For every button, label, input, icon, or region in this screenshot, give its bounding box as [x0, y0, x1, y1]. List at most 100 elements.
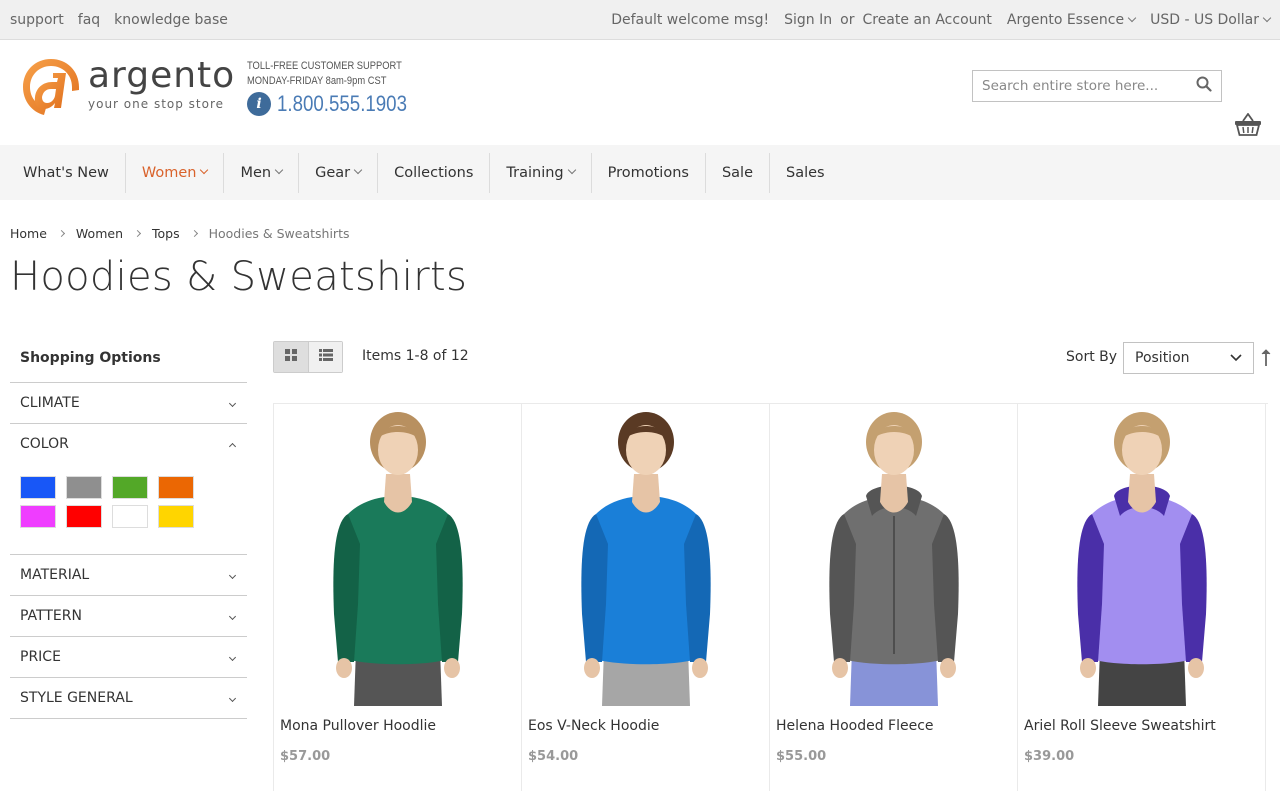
- nav-item-label: Training: [506, 164, 564, 181]
- currency-switcher-label: USD - US Dollar: [1150, 11, 1259, 28]
- filter-style-general-toggle[interactable]: Style General: [10, 678, 247, 718]
- search-input[interactable]: [982, 78, 1196, 94]
- product-name[interactable]: Ariel Roll Sleeve Sweatshirt: [1024, 718, 1216, 734]
- knowledge-base-link[interactable]: knowledge base: [114, 12, 228, 28]
- chevron-down-icon: [228, 399, 237, 407]
- breadcrumb: Home Women Tops Hoodies & Sweatshirts: [10, 226, 349, 241]
- nav-item-label: Men: [240, 164, 272, 181]
- chevron-right-icon: [57, 229, 65, 238]
- sort-by-select[interactable]: Position: [1123, 342, 1254, 374]
- filter-climate-toggle[interactable]: Climate: [10, 383, 247, 423]
- nav-item-sale[interactable]: Sale: [706, 152, 771, 193]
- filter-label: Style General: [20, 690, 133, 706]
- breadcrumb-current: Hoodies & Sweatshirts: [208, 226, 350, 241]
- color-swatch[interactable]: [158, 476, 194, 499]
- site-header: argento your one stop store TOLL-FREE CU…: [0, 40, 1280, 145]
- logo-name: argento: [88, 55, 236, 96]
- info-icon: i: [247, 92, 271, 116]
- currency-switcher[interactable]: USD - US Dollar: [1150, 11, 1272, 28]
- layered-navigation: Shopping Options Climate Color Material …: [10, 340, 247, 719]
- breadcrumb-women[interactable]: Women: [76, 226, 123, 241]
- product-item: Ariel Roll Sleeve Sweatshirt $39.00: [1017, 404, 1266, 791]
- welcome-message: Default welcome msg!: [611, 11, 770, 28]
- support-line-1: TOLL-FREE CUSTOMER SUPPORT: [247, 60, 402, 72]
- color-swatch[interactable]: [158, 505, 194, 528]
- logo[interactable]: argento your one stop store: [20, 56, 235, 118]
- filter-color-toggle[interactable]: Color: [10, 424, 247, 464]
- chevron-down-icon: [567, 165, 576, 174]
- chevron-down-icon: [1262, 13, 1272, 22]
- sort-by-label: Sort By: [1066, 349, 1118, 365]
- color-swatch[interactable]: [112, 476, 148, 499]
- breadcrumb-home[interactable]: Home: [10, 226, 47, 241]
- list-icon: [318, 349, 333, 365]
- page-title: Hoodies & Sweatshirts: [10, 254, 468, 300]
- chevron-down-icon: [228, 612, 237, 620]
- nav-item-label: Sale: [721, 164, 754, 181]
- chevron-down-icon: [1230, 354, 1242, 362]
- nav-item-promotions[interactable]: Promotions: [592, 152, 706, 193]
- grid-view-button[interactable]: [274, 342, 308, 372]
- chevron-down-icon: [228, 653, 237, 661]
- sign-in-link[interactable]: Sign In: [784, 12, 832, 28]
- color-swatch[interactable]: [20, 476, 56, 499]
- color-swatch[interactable]: [20, 505, 56, 528]
- nav-item-label: Promotions: [607, 164, 689, 181]
- nav-item-women[interactable]: Women: [126, 152, 225, 193]
- product-photo[interactable]: [522, 404, 770, 706]
- nav-item-training[interactable]: Training: [490, 152, 592, 193]
- nav-item-gear[interactable]: Gear: [299, 152, 379, 193]
- filter-material-toggle[interactable]: Material: [10, 555, 247, 595]
- grid-icon: [285, 349, 297, 365]
- filter-pattern-toggle[interactable]: Pattern: [10, 596, 247, 636]
- view-mode-switcher: [273, 341, 343, 373]
- store-switcher[interactable]: Argento Essence: [1006, 11, 1137, 28]
- chevron-right-icon: [190, 229, 198, 238]
- filter-pattern: Pattern: [10, 596, 247, 637]
- create-account-link[interactable]: Create an Account: [862, 12, 991, 28]
- color-swatch[interactable]: [112, 505, 148, 528]
- phone-number: 1.800.555.1903: [277, 91, 407, 116]
- chevron-down-icon: [228, 571, 237, 579]
- support-link[interactable]: support: [10, 12, 64, 28]
- filter-label: Pattern: [20, 608, 82, 624]
- filter-style-general: Style General: [10, 678, 247, 719]
- product-photo[interactable]: [1018, 404, 1266, 706]
- filter-price: Price: [10, 637, 247, 678]
- nav-item-label: Women: [141, 164, 197, 181]
- nav-item-label: What's New: [23, 164, 109, 181]
- sort-by-value: Position: [1135, 350, 1190, 366]
- product-item: Helena Hooded Fleece $55.00: [769, 404, 1018, 791]
- store-switcher-label: Argento Essence: [1006, 11, 1125, 28]
- support-phone: i 1.800.555.1903: [247, 91, 430, 117]
- nav-item-collections[interactable]: Collections: [378, 152, 491, 193]
- nav-item-sales[interactable]: Sales: [770, 153, 841, 193]
- filter-label: Material: [20, 567, 90, 583]
- cart-icon[interactable]: [1234, 112, 1262, 141]
- color-swatch[interactable]: [66, 476, 102, 499]
- filter-label: Color: [20, 436, 69, 452]
- customer-support-block: TOLL-FREE CUSTOMER SUPPORT MONDAY-FRIDAY…: [247, 59, 430, 117]
- faq-link[interactable]: faq: [78, 12, 100, 28]
- product-name[interactable]: Mona Pullover Hoodlie: [280, 718, 436, 734]
- product-photo[interactable]: [274, 404, 522, 706]
- top-links-left: support faq knowledge base: [10, 12, 228, 28]
- nav-item-whats-new[interactable]: What's New: [7, 152, 126, 193]
- product-photo[interactable]: [770, 404, 1018, 706]
- product-name[interactable]: Helena Hooded Fleece: [776, 718, 934, 734]
- chevron-down-icon: [274, 165, 284, 174]
- breadcrumb-tops[interactable]: Tops: [152, 226, 180, 241]
- nav-item-men[interactable]: Men: [224, 152, 300, 193]
- chevron-right-icon: [133, 229, 142, 238]
- filter-material: Material: [10, 555, 247, 596]
- list-view-button[interactable]: [308, 342, 342, 372]
- product-name[interactable]: Eos V-Neck Hoodie: [528, 718, 659, 734]
- product-price: $39.00: [1024, 749, 1075, 764]
- chevron-down-icon: [1127, 13, 1137, 22]
- filter-price-toggle[interactable]: Price: [10, 637, 247, 677]
- search-icon[interactable]: [1196, 76, 1212, 96]
- products-toolbar: Items 1-8 of 12 Sort By Position: [273, 341, 1280, 374]
- sort-direction-button[interactable]: [1261, 349, 1271, 371]
- color-swatch[interactable]: [66, 505, 102, 528]
- support-line-2: MONDAY-FRIDAY 8am-9pm CST: [247, 75, 387, 87]
